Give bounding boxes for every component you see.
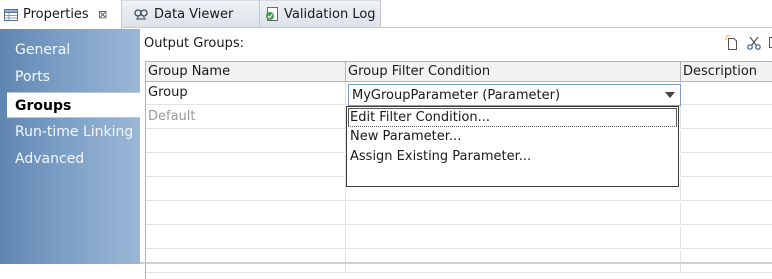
empty-cell xyxy=(146,226,346,249)
empty-cell xyxy=(146,202,346,225)
empty-cell xyxy=(146,178,346,201)
nav-item-label: Advanced xyxy=(15,151,84,167)
group-filter-condition-combo[interactable]: MyGroupParameter (Parameter) xyxy=(348,84,681,106)
column-header-group-filter-condition[interactable]: Group Filter Condition xyxy=(346,62,681,82)
empty-cell xyxy=(346,202,681,225)
close-tab-icon[interactable]: ⊠ xyxy=(97,8,109,21)
nav-item-general[interactable]: General xyxy=(0,37,140,63)
properties-table-icon xyxy=(3,7,19,23)
tab-properties[interactable]: Properties ⊠ xyxy=(0,0,122,29)
nav-item-ports[interactable]: Ports xyxy=(0,64,140,90)
empty-cell xyxy=(681,202,772,225)
grid-toolbar xyxy=(724,35,772,51)
cut-icon[interactable] xyxy=(746,35,762,51)
data-viewer-icon xyxy=(133,6,149,22)
section-label: Output Groups: xyxy=(144,36,244,51)
tab-data-viewer[interactable]: Data Viewer xyxy=(122,0,260,27)
empty-cell xyxy=(146,154,346,177)
nav-item-label: General xyxy=(15,42,70,58)
empty-cell xyxy=(146,130,346,153)
nav-item-label: Groups xyxy=(15,98,71,114)
menu-item-assign-existing-parameter[interactable]: Assign Existing Parameter... xyxy=(347,147,678,167)
filter-condition-dropdown-menu: Edit Filter Condition... New Parameter..… xyxy=(346,106,679,187)
empty-cell xyxy=(346,226,681,249)
group-name-cell[interactable]: Group xyxy=(146,82,346,105)
tab-properties-label: Properties xyxy=(23,7,89,22)
nav-item-label: Ports xyxy=(15,69,50,85)
properties-nav: General Ports Groups Run-time Linking Ad… xyxy=(0,29,140,264)
empty-row xyxy=(146,202,772,225)
nav-item-advanced[interactable]: Advanced xyxy=(0,146,140,172)
tab-data-viewer-label: Data Viewer xyxy=(154,7,233,22)
description-cell[interactable] xyxy=(681,82,772,105)
nav-item-run-time-linking[interactable]: Run-time Linking xyxy=(0,119,140,145)
copy-icon[interactable] xyxy=(768,35,772,51)
nav-item-groups[interactable]: Groups xyxy=(7,92,140,118)
validation-log-icon xyxy=(264,6,280,22)
empty-cell xyxy=(681,154,772,177)
group-name-cell[interactable]: Default xyxy=(146,106,346,129)
column-header-group-name[interactable]: Group Name xyxy=(146,62,346,82)
menu-item-edit-filter-condition[interactable]: Edit Filter Condition... xyxy=(348,108,677,127)
new-icon[interactable] xyxy=(724,35,740,51)
nav-item-label: Run-time Linking xyxy=(15,124,133,140)
tab-validation-log[interactable]: Validation Log xyxy=(260,0,381,27)
tab-validation-log-label: Validation Log xyxy=(284,7,376,22)
empty-cell xyxy=(681,226,772,249)
menu-item-new-parameter[interactable]: New Parameter... xyxy=(347,127,678,147)
empty-cell xyxy=(681,178,772,201)
description-cell[interactable] xyxy=(681,106,772,129)
empty-row xyxy=(146,226,772,249)
combo-value: MyGroupParameter (Parameter) xyxy=(352,88,660,103)
empty-cell xyxy=(681,130,772,153)
column-header-description[interactable]: Description xyxy=(681,62,772,82)
editor-tab-strip: Properties ⊠ Data Viewer Validation Log xyxy=(0,0,772,28)
dropdown-arrow-icon[interactable] xyxy=(660,85,680,105)
